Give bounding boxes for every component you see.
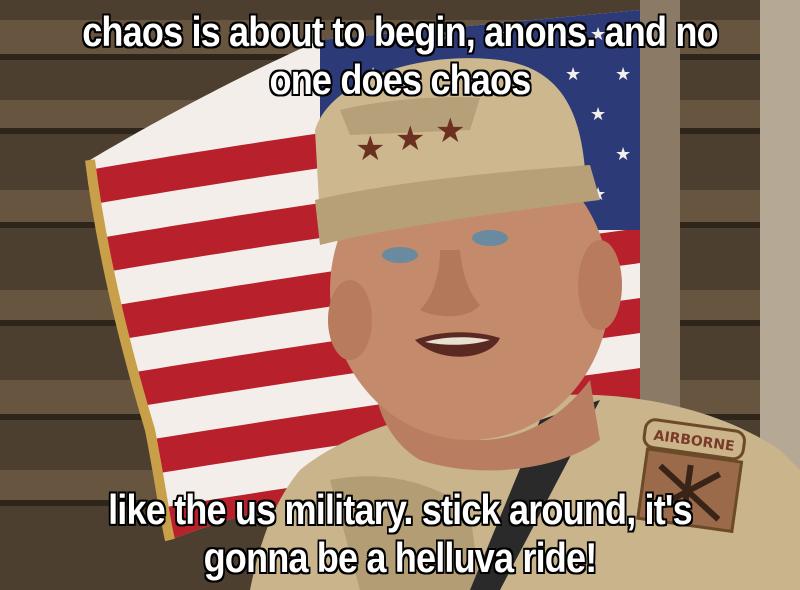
left-ear (328, 280, 372, 360)
right-ear (578, 240, 622, 330)
svg-text:★: ★ (615, 144, 631, 165)
svg-text:★: ★ (355, 129, 385, 169)
svg-text:★: ★ (435, 111, 465, 151)
right-eye (472, 230, 508, 246)
bottom-caption: like the us military. stick around, it's… (108, 486, 693, 581)
svg-text:★: ★ (590, 104, 606, 125)
meme-image: ★★★★★★ ★★★★★★ ★★★★ (0, 0, 800, 590)
left-eye (382, 247, 418, 263)
svg-text:★: ★ (395, 119, 425, 159)
top-caption: chaos is about to begin, anons. and no o… (82, 8, 718, 103)
